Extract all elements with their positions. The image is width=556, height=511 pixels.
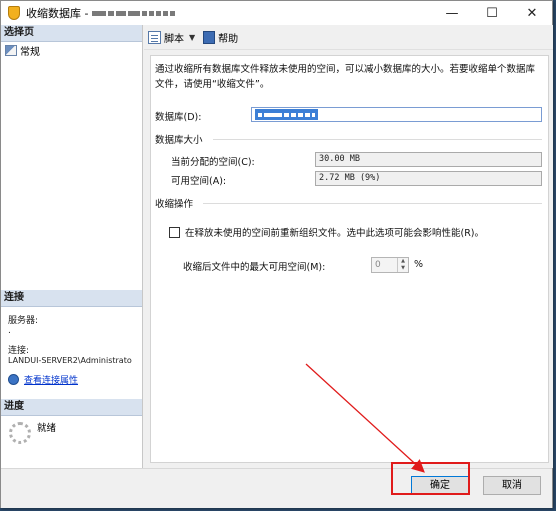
sidebar: 选择页 常规 连接 服务器: . 连接: LANDUI-SERVER2\Admi…: [1, 25, 143, 468]
allocated-space-value: 30.00 MB: [315, 152, 542, 167]
help-button[interactable]: 帮助: [203, 30, 238, 45]
window-title: 收缩数据库 -: [26, 7, 89, 20]
view-connection-properties-link[interactable]: 查看连接属性: [24, 373, 78, 386]
progress-status: 就绪: [37, 423, 57, 434]
minimize-icon[interactable]: —: [432, 1, 472, 25]
script-button[interactable]: 脚本 ▼: [148, 30, 195, 45]
database-size-header: 数据库大小: [155, 135, 203, 146]
connection-properties-icon: [8, 374, 19, 385]
max-free-space-unit: %: [414, 259, 424, 270]
sidebar-item-label: 常规: [20, 46, 40, 58]
title-bar[interactable]: 收缩数据库 - — ☐ ✕: [1, 1, 552, 25]
obscured-database-name: [255, 109, 318, 120]
server-value: .: [8, 326, 11, 336]
server-label: 服务器:: [8, 316, 39, 326]
general-page-icon: [5, 44, 17, 56]
view-connection-properties[interactable]: 查看连接属性: [1, 373, 142, 386]
description-text: 通过收缩所有数据库文件释放未使用的空间，可以减小数据库的大小。若要收缩单个数据库…: [155, 64, 536, 90]
available-space-value: 2.72 MB (9%): [315, 171, 542, 186]
progress-header: 进度: [1, 399, 142, 416]
allocated-space-label: 当前分配的空间(C):: [171, 157, 255, 168]
max-free-space-stepper[interactable]: 0 ▲ ▼: [371, 257, 409, 273]
connection-value: LANDUI-SERVER2\Administrato: [8, 356, 132, 365]
sidebar-item-general[interactable]: 常规: [1, 42, 142, 58]
database-cylinder-icon: [8, 6, 20, 20]
script-icon: [148, 30, 161, 44]
progress-section: 进度 就绪: [1, 399, 142, 444]
connection-label: 连接:: [8, 346, 30, 356]
divider: [213, 139, 542, 140]
annotation-highlight-box: [391, 462, 470, 495]
obscured-title-text: [92, 10, 176, 16]
max-free-space-value: 0: [375, 260, 381, 270]
progress-spinner-icon: [9, 422, 31, 444]
script-label: 脚本: [164, 33, 184, 45]
maximize-icon[interactable]: ☐: [472, 1, 512, 25]
help-label: 帮助: [218, 33, 239, 45]
shrink-database-dialog: 收缩数据库 - — ☐ ✕ 选择页 常规 连接 服务器: . 连接: LANDU…: [0, 0, 553, 508]
shrink-action-header: 收缩操作: [155, 199, 194, 210]
general-page-content: 通过收缩所有数据库文件释放未使用的空间，可以减小数据库的大小。若要收缩单个数据库…: [150, 55, 549, 463]
help-book-icon: [203, 30, 216, 44]
stepper-arrows-icon[interactable]: ▲ ▼: [397, 258, 408, 272]
main-panel: 脚本 ▼ 帮助 通过收缩所有数据库文件释放未使用的空间，可以减小数据库的大小。若…: [144, 25, 553, 468]
available-space-label: 可用空间(A):: [171, 176, 227, 187]
reorganize-checkbox-label[interactable]: 在释放未使用的空间前重新组织文件。选中此选项可能会影响性能(R)。: [185, 225, 484, 239]
cancel-button[interactable]: 取消: [483, 476, 541, 495]
toolbar: 脚本 ▼ 帮助: [144, 25, 553, 50]
close-icon[interactable]: ✕: [512, 1, 552, 25]
database-field[interactable]: [251, 107, 542, 122]
connection-section: 连接 服务器: . 连接: LANDUI-SERVER2\Administrat…: [1, 290, 142, 386]
reorganize-checkbox[interactable]: [169, 227, 180, 238]
database-label: 数据库(D):: [155, 112, 202, 123]
max-free-space-label: 收缩后文件中的最大可用空间(M):: [183, 262, 326, 273]
connection-header: 连接: [1, 290, 142, 307]
select-page-header: 选择页: [1, 25, 142, 42]
divider: [203, 203, 542, 204]
chevron-down-icon[interactable]: ▼: [189, 33, 195, 42]
